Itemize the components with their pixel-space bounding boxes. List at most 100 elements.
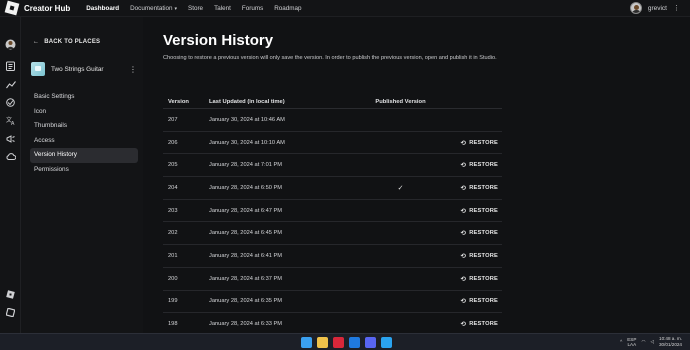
main-nav: Dashboard Documentation ▾ Store Talent Fo…: [86, 5, 301, 12]
header-version: Version: [168, 98, 189, 105]
sidebar-item-access[interactable]: Access: [30, 134, 138, 149]
sidebar-item-version-history[interactable]: Version History: [30, 148, 138, 163]
restore-button[interactable]: ⟲ RESTORE: [461, 320, 498, 328]
last-updated: January 30, 2024 at 10:10 AM: [209, 139, 285, 146]
restore-icon: ⟲: [460, 207, 467, 215]
restore-button[interactable]: ⟲ RESTORE: [461, 252, 498, 260]
last-updated: January 28, 2024 at 6:33 PM: [209, 321, 283, 328]
restore-label: RESTORE: [469, 252, 498, 259]
localization-icon[interactable]: [5, 97, 16, 108]
brand-title[interactable]: Creator Hub: [24, 4, 70, 13]
chevron-down-icon: ▾: [174, 5, 177, 12]
sidebar-item-basic-settings[interactable]: Basic Settings: [30, 90, 138, 105]
nav-documentation-label: Documentation: [130, 4, 173, 12]
last-updated: January 28, 2024 at 6:47 PM: [209, 207, 283, 214]
restore-button[interactable]: ⟲ RESTORE: [461, 161, 498, 169]
actions-cell: ⟲ RESTORE: [448, 297, 502, 305]
windows-taskbar: ^ ESP LAA ◠ ◁ 10:48 a. m. 30/01/2024: [0, 333, 690, 350]
published-cell: ✓: [353, 184, 448, 192]
restore-icon: ⟲: [460, 298, 467, 306]
avatar-icon[interactable]: [5, 39, 16, 50]
place-more-icon[interactable]: ⋮: [129, 65, 137, 74]
taskbar-apps: [301, 337, 392, 348]
clock[interactable]: 10:48 a. m. 30/01/2024: [659, 336, 682, 347]
table-row: 203 January 28, 2024 at 6:47 PM ⟲ RESTORE: [163, 200, 502, 223]
user-avatar[interactable]: [629, 2, 642, 14]
language-indicator[interactable]: ESP LAA: [627, 337, 636, 347]
cloud-icon[interactable]: [5, 151, 16, 162]
restore-button[interactable]: ⟲ RESTORE: [461, 139, 498, 147]
file-explorer-icon[interactable]: [317, 337, 328, 348]
table-row: 199 January 28, 2024 at 6:35 PM ⟲ RESTORE: [163, 291, 502, 314]
actions-cell: ⟲ RESTORE: [448, 184, 502, 192]
version-number: 198: [168, 321, 178, 328]
roblox-logo-icon[interactable]: [4, 0, 20, 16]
version-table: Version Last Updated (in local time) Pub…: [163, 95, 502, 336]
restore-button[interactable]: ⟲ RESTORE: [461, 184, 498, 192]
sidebar-item-thumbnails[interactable]: Thumbnails: [30, 119, 138, 134]
start-icon[interactable]: [301, 337, 312, 348]
more-options-icon[interactable]: ⋮: [673, 4, 680, 12]
clipboard-icon[interactable]: [5, 60, 16, 71]
top-nav-bar: Creator Hub Dashboard Documentation ▾ Sto…: [0, 0, 690, 17]
last-updated: January 28, 2024 at 6:37 PM: [209, 275, 283, 282]
roblox-studio-icon[interactable]: [349, 337, 360, 348]
table-row: 204 January 28, 2024 at 6:50 PM ✓ ⟲ RESTORE: [163, 177, 502, 200]
restore-label: RESTORE: [469, 184, 498, 191]
arrow-left-icon: ←: [33, 39, 40, 45]
nav-roadmap[interactable]: Roadmap: [274, 5, 301, 12]
restore-label: RESTORE: [469, 162, 498, 169]
back-to-places-link[interactable]: ← BACK TO PLACES: [33, 39, 100, 45]
restore-button[interactable]: ⟲ RESTORE: [461, 207, 498, 215]
sidebar-item-icon[interactable]: Icon: [30, 105, 138, 120]
table-row: 202 January 28, 2024 at 6:45 PM ⟲ RESTORE: [163, 222, 502, 246]
place-name: Two Strings Guitar: [51, 65, 104, 73]
user-menu[interactable]: grevict ⋮: [629, 2, 680, 14]
clock-time: 10:48 a. m.: [659, 336, 682, 341]
last-updated: January 28, 2024 at 7:01 PM: [209, 162, 283, 169]
restore-label: RESTORE: [469, 321, 498, 328]
vscode-icon[interactable]: [381, 337, 392, 348]
megaphone-icon[interactable]: [5, 133, 16, 144]
nav-store[interactable]: Store: [188, 5, 203, 12]
version-number: 201: [168, 252, 178, 259]
translate-icon[interactable]: 文A: [5, 115, 16, 126]
header-published-version: Published Version: [375, 98, 426, 105]
version-number: 205: [168, 162, 178, 169]
language-code: ESP: [627, 336, 637, 342]
username[interactable]: grevict: [648, 5, 667, 12]
clock-date: 30/01/2024: [659, 341, 682, 347]
table-row: 205 January 28, 2024 at 7:01 PM ⟲ RESTORE: [163, 154, 502, 178]
page-title: Version History: [163, 32, 274, 49]
restore-button[interactable]: ⟲ RESTORE: [461, 275, 498, 283]
nav-documentation[interactable]: Documentation ▾: [130, 5, 177, 12]
wifi-icon[interactable]: ◠: [641, 339, 645, 345]
volume-icon[interactable]: ◁: [650, 339, 654, 345]
studio-icon[interactable]: [5, 307, 16, 318]
restore-label: RESTORE: [469, 207, 498, 214]
header-last-updated: Last Updated (in local time): [209, 98, 285, 105]
last-updated: January 28, 2024 at 6:41 PM: [209, 252, 283, 259]
restore-button[interactable]: ⟲ RESTORE: [461, 297, 498, 305]
back-to-places-label: BACK TO PLACES: [44, 39, 101, 45]
nav-forums[interactable]: Forums: [242, 5, 263, 12]
roblox-icon[interactable]: [5, 289, 16, 300]
analytics-icon[interactable]: [5, 79, 16, 90]
place-settings-sidebar: ← BACK TO PLACES Two Strings Guitar ⋮ Ba…: [21, 17, 143, 333]
restore-button[interactable]: ⟲ RESTORE: [461, 229, 498, 237]
nav-talent[interactable]: Talent: [214, 5, 231, 12]
nav-dashboard[interactable]: Dashboard: [86, 5, 119, 12]
system-tray: ^ ESP LAA ◠ ◁ 10:48 a. m. 30/01/2024: [620, 336, 682, 347]
restore-icon: ⟲: [460, 230, 467, 238]
table-row: 201 January 28, 2024 at 6:41 PM ⟲ RESTORE: [163, 245, 502, 268]
opera-icon[interactable]: [333, 337, 344, 348]
chevron-up-icon[interactable]: ^: [620, 339, 622, 344]
table-body: 207 January 30, 2024 at 10:46 AM 206 Januar…: [163, 109, 502, 336]
restore-icon: ⟲: [460, 162, 467, 170]
discord-icon[interactable]: [365, 337, 376, 348]
sidebar-item-permissions[interactable]: Permissions: [30, 163, 138, 178]
actions-cell: ⟲ RESTORE: [448, 252, 502, 260]
last-updated: January 28, 2024 at 6:35 PM: [209, 298, 283, 305]
actions-cell: ⟲ RESTORE: [448, 275, 502, 283]
svg-text:A: A: [11, 121, 15, 125]
